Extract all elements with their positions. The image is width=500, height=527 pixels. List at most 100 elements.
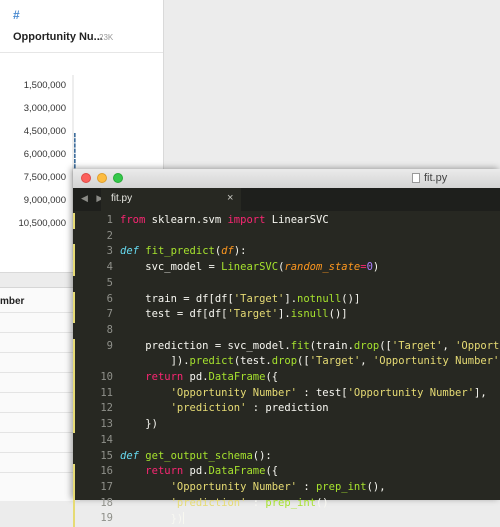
code-line[interactable]: ]).predict(test.drop(['Target', 'Opportu… (120, 355, 500, 367)
code-token: ): (233, 245, 247, 258)
line-number: 18 (100, 496, 113, 509)
tab-label: fit.py (111, 193, 133, 204)
modified-line-marker (73, 495, 75, 512)
code-token: , (442, 339, 456, 352)
line-number: 15 (100, 449, 113, 462)
close-window-button[interactable] (81, 173, 91, 183)
code-line[interactable]: test = df[df['Target'].isnull()] (120, 308, 347, 321)
line-number: 12 (100, 402, 113, 415)
code-line[interactable]: def fit_predict(df): (120, 245, 246, 257)
code-editor-window[interactable]: fit.py ◀ ▶ fit.py × 1 from sklearn.svm im… (73, 169, 500, 527)
modified-line-marker (73, 213, 75, 229)
window-title: fit.py (424, 172, 448, 184)
field-name[interactable]: Opportunity Nu... (13, 31, 103, 43)
line-number: 3 (106, 245, 113, 258)
modified-line-marker (73, 479, 75, 496)
line-number: 9 (106, 339, 113, 352)
line-number: 6 (106, 292, 113, 305)
histogram-axis-label: 10,500,000 (18, 218, 66, 229)
code-token: ({ (265, 465, 279, 478)
code-token: return (145, 371, 184, 383)
code-token: pd. (183, 371, 209, 383)
tab-fit-py[interactable]: fit.py × (101, 188, 241, 211)
code-token: }) (120, 418, 158, 431)
line-number: 10 (100, 371, 113, 383)
code-line[interactable]: }) (120, 512, 185, 526)
code-line[interactable]: 'prediction' : prediction (120, 402, 329, 414)
grid-row-divider (0, 412, 80, 413)
code-token: LinearSVC (265, 214, 329, 226)
tab-close-icon[interactable]: × (227, 192, 233, 204)
code-token: df (221, 245, 234, 258)
code-token: 'Opportunity Number' (170, 480, 298, 493)
code-token: pd. (183, 465, 209, 478)
maximize-window-button[interactable] (113, 173, 123, 183)
code-token: 'prediction' (170, 496, 247, 509)
code-line[interactable]: return pd.DataFrame({ (120, 465, 278, 477)
code-line[interactable]: return pd.DataFrame({ (120, 371, 278, 383)
modified-line-marker (73, 354, 75, 371)
field-count-badge: 23K (99, 33, 114, 42)
code-token: ([ (379, 339, 392, 352)
code-token: (): (252, 449, 272, 462)
code-line[interactable]: from sklearn.svm import LinearSVC (120, 214, 329, 226)
histogram-bar[interactable] (74, 133, 76, 138)
code-token: ]. (278, 308, 291, 321)
histogram-axis-label: 3,000,000 (24, 103, 66, 114)
code-line[interactable]: }) (120, 418, 158, 430)
histogram-axis-label: 1,500,000 (24, 80, 66, 91)
code-area[interactable]: 1 from sklearn.svm import LinearSVC 2 3 def … (73, 211, 500, 527)
histogram-bar[interactable] (74, 138, 76, 143)
code-line[interactable]: prediction = svc_model.fit(train.drop(['… (120, 340, 500, 352)
grid-row-divider (0, 352, 80, 353)
line-number: 16 (100, 465, 113, 478)
code-token: (), (366, 480, 386, 493)
tab-bar: ◀ ▶ fit.py × (73, 188, 500, 211)
modified-line-marker (73, 511, 75, 527)
line-number: 13 (100, 418, 113, 431)
file-icon (412, 173, 420, 183)
code-token: 'Opportunity Number' (372, 355, 500, 368)
histogram-axis-label: 6,000,000 (24, 149, 66, 160)
code-token: 'Target' (391, 339, 443, 352)
histogram-bar[interactable] (74, 159, 76, 164)
code-line[interactable]: 'prediction' : prep_int() (120, 497, 329, 509)
grid-row-divider (0, 392, 80, 393)
code-line[interactable]: 'Opportunity Number' : prep_int(), (120, 481, 386, 493)
title-bar[interactable]: fit.py (73, 169, 500, 189)
modified-line-marker (73, 338, 75, 355)
data-grid-panel[interactable]: mber (0, 287, 80, 501)
minimize-window-button[interactable] (97, 173, 107, 183)
code-token: ) (372, 261, 380, 274)
histogram-bar[interactable] (74, 143, 76, 148)
code-token: import (227, 214, 266, 226)
code-token: 'Target' (233, 292, 285, 305)
code-token: prep_int (265, 496, 316, 509)
code-token: notnull (297, 292, 342, 305)
modified-line-marker (73, 401, 75, 418)
histogram-bar[interactable] (74, 164, 76, 169)
code-token: prediction = svc_model. (120, 339, 291, 352)
code-line[interactable]: def get_output_schema(): (120, 450, 272, 462)
histogram-bar[interactable] (74, 153, 76, 158)
code-token: }) (120, 513, 184, 526)
histogram-bar[interactable] (74, 148, 76, 153)
code-token: ()] (341, 292, 361, 305)
code-line[interactable]: train = df[df['Target'].notnull()] (120, 293, 360, 305)
code-token: 'Opportunity Number' (347, 386, 475, 399)
column-header[interactable]: mber (0, 296, 24, 307)
modified-line-marker (73, 417, 75, 434)
code-token: ({ (265, 371, 279, 383)
code-token: ([ (297, 355, 310, 368)
code-token: 'Opportu (455, 339, 500, 352)
grid-row-divider (0, 452, 80, 453)
grid-row-divider (0, 472, 80, 473)
card-divider (0, 52, 163, 53)
code-line[interactable]: 'Opportunity Number' : test['Opportunity… (120, 387, 487, 399)
code-token: def (120, 245, 139, 258)
code-line[interactable]: svc_model = LinearSVC(random_state=0) (120, 261, 379, 273)
code-token: () (315, 496, 329, 509)
